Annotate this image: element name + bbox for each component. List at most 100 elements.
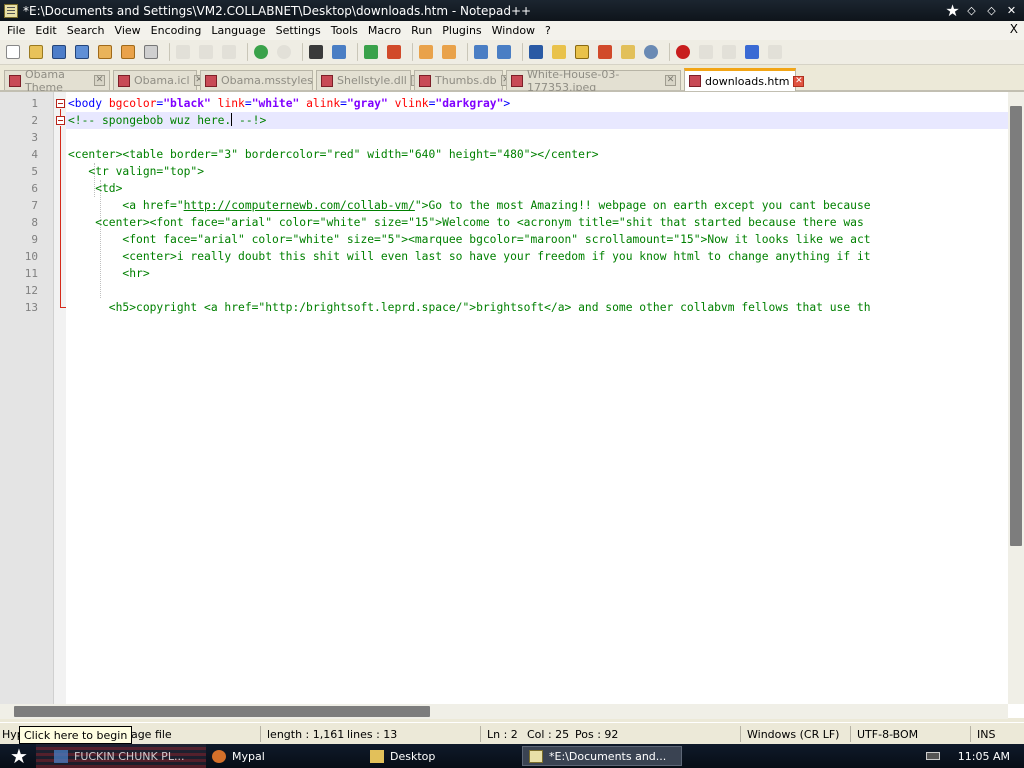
- tab-white-house-jpeg[interactable]: White-House-03-177353.jpeg ✕: [506, 68, 681, 94]
- taskbar-item-notepad[interactable]: *E:\Documents and...: [522, 746, 682, 766]
- indent-guide-icon[interactable]: [527, 43, 545, 61]
- code-line[interactable]: <a href="http://computernewb.com/collab-…: [68, 197, 870, 214]
- copy-icon[interactable]: [197, 43, 215, 61]
- horizontal-scrollbar[interactable]: [0, 704, 1008, 719]
- code-hyperlink[interactable]: http://computernewb.com/collab-vm/: [184, 199, 415, 212]
- menu-window[interactable]: Window: [487, 24, 540, 37]
- menu-settings[interactable]: Settings: [271, 24, 326, 37]
- menu-tools[interactable]: Tools: [326, 24, 363, 37]
- code-line[interactable]: <!-- spongebob wuz here. --!>: [66, 112, 1008, 129]
- lang-icon[interactable]: [550, 43, 568, 61]
- start-button-star-icon[interactable]: ★: [4, 745, 34, 767]
- folder-icon[interactable]: [619, 43, 637, 61]
- keyboard-icon[interactable]: [925, 752, 940, 760]
- cut-icon[interactable]: [174, 43, 192, 61]
- stop-macro-icon[interactable]: [697, 43, 715, 61]
- find-icon[interactable]: [307, 43, 325, 61]
- minimize-button[interactable]: ◇: [963, 2, 980, 18]
- status-divider: [480, 726, 481, 742]
- menu-file[interactable]: File: [2, 24, 30, 37]
- tab-label: Obama.icl: [134, 74, 190, 87]
- taskbar-item-mypal[interactable]: Mypal: [206, 746, 354, 766]
- paste-icon[interactable]: [220, 43, 238, 61]
- sync-v-icon[interactable]: [417, 43, 435, 61]
- monitor-icon[interactable]: [642, 43, 660, 61]
- save-icon[interactable]: [50, 43, 68, 61]
- tab-label: downloads.htm: [705, 74, 790, 88]
- replace-icon[interactable]: [330, 43, 348, 61]
- editor-area[interactable]: 1 2 3 4 5 6 7 8 9 10 11 12 13 <body bgco…: [0, 91, 1024, 719]
- maximize-button[interactable]: ◇: [983, 2, 1000, 18]
- fold-toggle-icon[interactable]: [56, 99, 65, 108]
- show-all-chars-icon[interactable]: [495, 43, 513, 61]
- open-file-icon[interactable]: [27, 43, 45, 61]
- close-icon[interactable]: [96, 43, 114, 61]
- clock[interactable]: 11:05 AM: [958, 750, 1010, 763]
- tab-close-icon[interactable]: ✕: [665, 75, 676, 86]
- close-document-button[interactable]: X: [1010, 22, 1018, 36]
- undo-icon[interactable]: [252, 43, 270, 61]
- code-line[interactable]: <tr valign="top">: [68, 163, 204, 180]
- taskbar-item-chunk[interactable]: FUCKIN CHUNK PL...: [48, 746, 196, 766]
- menu-macro[interactable]: Macro: [363, 24, 406, 37]
- taskbar-item-label: Mypal: [232, 749, 265, 763]
- redo-icon[interactable]: [275, 43, 293, 61]
- zoom-in-icon[interactable]: [362, 43, 380, 61]
- star-icon[interactable]: ★: [944, 0, 961, 21]
- menu-encoding[interactable]: Encoding: [146, 24, 207, 37]
- menu-language[interactable]: Language: [206, 24, 270, 37]
- code-line[interactable]: <body bgcolor="black" link="white" alink…: [68, 95, 510, 112]
- code-token: <center>i really doubt this shit will ev…: [68, 250, 871, 263]
- run-macro-multiple-icon[interactable]: [743, 43, 761, 61]
- status-insert-mode[interactable]: INS: [977, 728, 995, 741]
- code-line[interactable]: <font face="arial" color="white" size="5…: [68, 231, 870, 248]
- mypal-browser-icon: [212, 749, 226, 763]
- taskbar-item-label: FUCKIN CHUNK PL...: [74, 749, 185, 763]
- record-macro-icon[interactable]: [674, 43, 692, 61]
- doc-map-icon[interactable]: [573, 43, 591, 61]
- new-file-icon[interactable]: [4, 43, 22, 61]
- vertical-scroll-thumb[interactable]: [1010, 106, 1022, 546]
- vertical-scrollbar[interactable]: [1008, 92, 1024, 704]
- code-line[interactable]: <h5>copyright <a href="http:/brightsoft.…: [68, 299, 871, 316]
- menu-view[interactable]: View: [110, 24, 146, 37]
- code-view[interactable]: <body bgcolor="black" link="white" alink…: [66, 92, 1008, 704]
- code-line[interactable]: <td>: [68, 180, 122, 197]
- code-line[interactable]: <hr>: [68, 265, 149, 282]
- tab-close-icon[interactable]: ✕: [793, 75, 805, 87]
- tab-obama-msstyles[interactable]: Obama.msstyles ✕: [200, 70, 328, 90]
- play-macro-icon[interactable]: [720, 43, 738, 61]
- tab-obama-icl[interactable]: Obama.icl ✕: [113, 70, 205, 90]
- zoom-out-icon[interactable]: [385, 43, 403, 61]
- save-macro-icon[interactable]: [766, 43, 784, 61]
- menu-help[interactable]: ?: [540, 24, 556, 37]
- fold-toggle-icon[interactable]: [56, 116, 65, 125]
- close-window-button[interactable]: ✕: [1003, 2, 1020, 18]
- title-bar: *E:\Documents and Settings\VM2.COLLABNET…: [0, 0, 1024, 21]
- tab-obama-theme[interactable]: Obama Theme ✕: [4, 68, 110, 94]
- code-line[interactable]: <center>i really doubt this shit will ev…: [68, 248, 871, 265]
- notepad-app-icon[interactable]: [4, 3, 18, 18]
- tab-thumbs-db[interactable]: Thumbs.db ✕: [414, 70, 512, 90]
- menu-edit[interactable]: Edit: [30, 24, 61, 37]
- menu-search[interactable]: Search: [62, 24, 110, 37]
- tab-close-icon[interactable]: ✕: [94, 75, 105, 86]
- sync-h-icon[interactable]: [440, 43, 458, 61]
- print-icon[interactable]: [142, 43, 160, 61]
- status-eol[interactable]: Windows (CR LF): [747, 728, 839, 741]
- menu-plugins[interactable]: Plugins: [437, 24, 486, 37]
- status-encoding[interactable]: UTF-8-BOM: [857, 728, 918, 741]
- line-number: 4: [31, 148, 38, 161]
- tab-downloads-htm[interactable]: downloads.htm ✕: [684, 68, 805, 91]
- taskbar-item-desktop[interactable]: Desktop: [364, 746, 512, 766]
- save-all-icon[interactable]: [73, 43, 91, 61]
- word-wrap-icon[interactable]: [472, 43, 490, 61]
- code-line[interactable]: <center><font face="arial" color="white"…: [68, 214, 864, 231]
- menu-run[interactable]: Run: [406, 24, 437, 37]
- horizontal-scroll-thumb[interactable]: [14, 706, 430, 717]
- tab-shellstyle-dll[interactable]: Shellstyle.dll ✕: [316, 70, 422, 90]
- notepad-plus-plus-window: *E:\Documents and Settings\VM2.COLLABNET…: [0, 0, 1024, 768]
- code-line[interactable]: <center><table border="3" bordercolor="r…: [68, 146, 599, 163]
- close-all-icon[interactable]: [119, 43, 137, 61]
- function-list-icon[interactable]: [596, 43, 614, 61]
